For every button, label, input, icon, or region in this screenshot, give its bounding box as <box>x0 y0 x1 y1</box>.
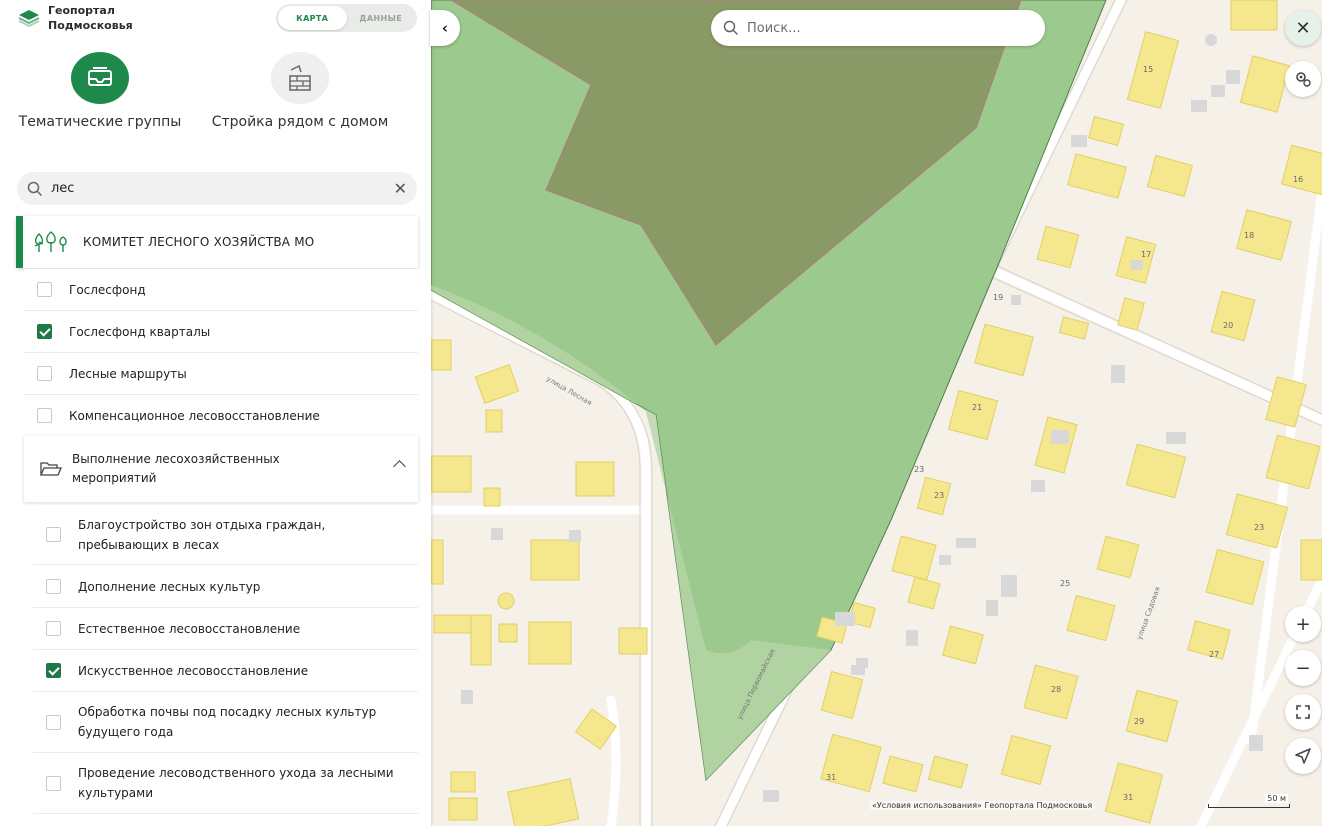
house-number: 25 <box>1060 579 1070 588</box>
category-label: Тематические группы <box>18 114 182 130</box>
category-construction[interactable]: Стройка рядом с домом <box>210 52 390 133</box>
layer-checkbox[interactable] <box>37 324 52 339</box>
sublayer-row[interactable]: Дополнение лесных культур <box>33 566 418 608</box>
construction-icon <box>271 52 329 104</box>
chevron-up-icon[interactable] <box>393 460 406 473</box>
layer-checkbox[interactable] <box>46 621 61 636</box>
house-number: 23 <box>1254 523 1264 532</box>
layer-checkbox[interactable] <box>46 579 61 594</box>
app-title-line2: Подмосковья <box>48 19 133 32</box>
layer-label: Гослесфонд <box>69 282 146 297</box>
zoom-in-button[interactable]: + <box>1285 606 1321 642</box>
map-canvas[interactable]: улица Лесная улица Садовая улица Первома… <box>431 0 1322 826</box>
sublayer-label: Искусственное лесовосстановление <box>78 663 309 678</box>
forest-icon <box>34 231 67 252</box>
close-icon: ✕ <box>1295 17 1311 39</box>
layer-row[interactable]: Гослесфонд кварталы <box>24 311 418 353</box>
layer-label: Компенсационное лесовосстановление <box>69 408 320 423</box>
thematic-groups-icon <box>71 52 129 104</box>
search-icon <box>723 20 739 36</box>
house-number: 31 <box>826 773 836 782</box>
map-search-input[interactable]: Поиск... <box>711 10 1045 46</box>
house-number: 17 <box>1141 250 1151 259</box>
mode-data-tab[interactable]: ДАННЫЕ <box>347 6 416 30</box>
fullscreen-icon <box>1296 705 1310 719</box>
house-number: 18 <box>1244 231 1254 240</box>
house-number: 15 <box>1143 65 1153 74</box>
layer-label: Гослесфонд кварталы <box>69 324 211 339</box>
gear-icon <box>1296 72 1311 87</box>
layer-search-input[interactable]: лес ✕ <box>17 172 417 205</box>
minus-icon: − <box>1295 657 1311 679</box>
house-number: 23 <box>934 491 944 500</box>
layer-checkbox[interactable] <box>46 527 61 542</box>
app-logo[interactable]: Геопортал Подмосковья <box>18 3 133 33</box>
house-number: 21 <box>972 403 982 412</box>
scale-bar: 50 м <box>1208 792 1290 812</box>
layer-row[interactable]: Гослесфонд <box>24 269 418 311</box>
settings-button[interactable] <box>1285 61 1321 97</box>
layer-label: Лесные маршруты <box>69 366 187 381</box>
mode-toggle: КАРТА ДАННЫЕ <box>276 4 417 32</box>
sublayer-label: Проведение лесоводственного ухода за лес… <box>78 766 394 800</box>
sublayer-label: Обработка почвы под посадку лесных культ… <box>78 705 377 739</box>
clear-search-icon[interactable]: ✕ <box>394 179 407 198</box>
sublayer-row[interactable]: Искусственное лесовосстановление <box>33 650 418 692</box>
geolocate-button[interactable] <box>1285 738 1321 774</box>
category-thematic-groups[interactable]: Тематические группы <box>10 52 190 133</box>
layer-group-header[interactable]: Выполнение лесохозяйственных мероприятий <box>24 436 418 502</box>
category-label: Стройка рядом с домом <box>211 114 389 130</box>
layer-checkbox[interactable] <box>46 663 61 678</box>
house-number: 23 <box>914 465 924 474</box>
sublayer-row[interactable]: Благоустройство зон отдыха граждан, преб… <box>33 505 418 565</box>
house-number: 16 <box>1293 175 1303 184</box>
sublayer-row[interactable]: Обработка почвы под посадку лесных культ… <box>33 692 418 753</box>
geoportal-logo-icon <box>18 10 40 27</box>
layer-checkbox[interactable] <box>46 775 61 791</box>
mode-map-tab[interactable]: КАРТА <box>278 6 347 30</box>
fullscreen-button[interactable] <box>1285 694 1321 730</box>
folder-open-icon <box>40 462 62 476</box>
sublayer-row[interactable]: Проведение лесоводственного ухода за лес… <box>33 753 418 814</box>
plus-icon: + <box>1295 613 1311 635</box>
scale-label: 50 м <box>1265 794 1288 803</box>
map-search-placeholder: Поиск... <box>747 20 801 36</box>
terms-of-use-link[interactable]: «Условия использования» Геопортала Подмо… <box>870 801 1095 810</box>
zoom-out-button[interactable]: − <box>1285 650 1321 686</box>
sublayer-label: Дополнение лесных культур <box>78 579 261 594</box>
house-number: 31 <box>1123 793 1133 802</box>
layer-checkbox[interactable] <box>37 282 52 297</box>
house-number: 19 <box>993 293 1003 302</box>
layer-row[interactable]: Компенсационное лесовосстановление <box>24 395 418 437</box>
organization-label: КОМИТЕТ ЛЕСНОГО ХОЗЯЙСТВА МО <box>83 235 315 249</box>
chevron-left-icon: ‹ <box>441 19 449 37</box>
house-number: 27 <box>1209 650 1219 659</box>
layer-row[interactable]: Лесные маршруты <box>24 353 418 395</box>
layer-checkbox[interactable] <box>46 714 61 730</box>
navigation-arrow-icon <box>1295 748 1311 764</box>
layer-group-label: Выполнение лесохозяйственных мероприятий <box>72 452 280 485</box>
search-icon <box>27 181 43 196</box>
organization-header[interactable]: КОМИТЕТ ЛЕСНОГО ХОЗЯЙСТВА МО <box>16 216 418 268</box>
layer-search-value: лес <box>51 181 75 196</box>
layer-checkbox[interactable] <box>37 366 52 381</box>
house-number: 20 <box>1223 321 1233 330</box>
map-layer[interactable]: улица Лесная улица Садовая улица Первома… <box>431 0 1322 826</box>
layer-checkbox[interactable] <box>37 408 52 423</box>
sublayer-label: Естественное лесовосстановление <box>78 621 301 636</box>
house-number: 28 <box>1051 685 1061 694</box>
sublayer-label: Благоустройство зон отдыха граждан, преб… <box>78 517 326 552</box>
app-title-line1: Геопортал <box>48 4 115 17</box>
sublayer-row[interactable]: Естественное лесовосстановление <box>33 608 418 650</box>
close-button[interactable]: ✕ <box>1285 10 1321 46</box>
layers-panel: Геопортал Подмосковья КАРТА ДАННЫЕ Темат… <box>0 0 431 826</box>
house-number: 29 <box>1134 717 1144 726</box>
